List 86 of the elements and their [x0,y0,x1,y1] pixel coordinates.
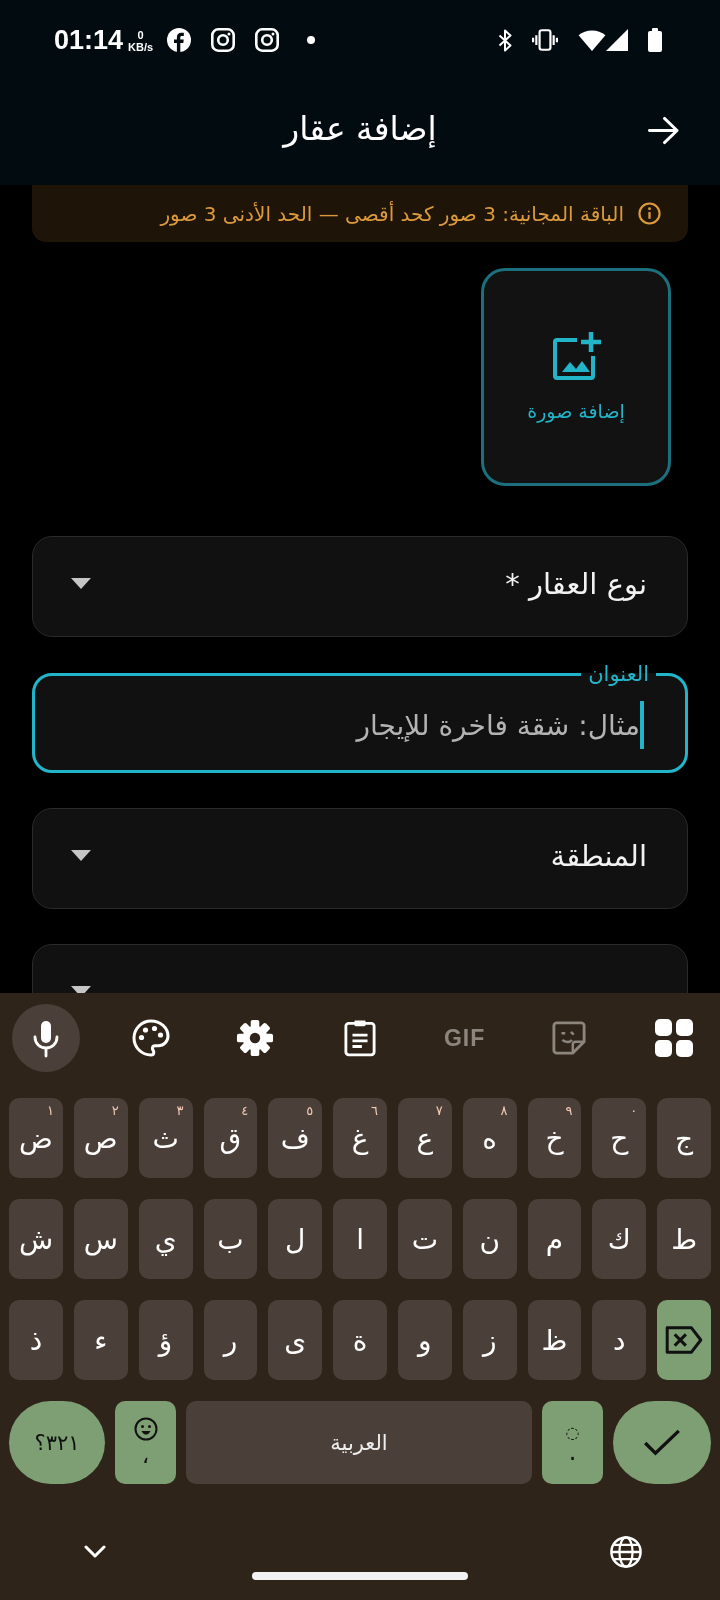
text-field[interactable]: العنوان مثال: شقة فاخرة للإيجار [32,662,688,773]
dropdown-arrow-icon [71,850,91,861]
letter-key[interactable]: ط [657,1199,711,1279]
key-hint: ٦ [370,1104,378,1118]
backspace-icon [665,1326,704,1354]
wifi-icon [578,29,606,51]
back-arrow-icon[interactable] [647,115,680,146]
apps-grid-icon[interactable] [654,1019,693,1057]
key-hint: ٩ [565,1104,573,1118]
letter-key[interactable]: ة [333,1300,387,1380]
symbols-key[interactable]: ٣٢١؟ [9,1401,105,1484]
signal-icon [606,29,628,51]
field-label: العنوان [587,662,650,686]
key-hint: ◌ [565,1423,580,1442]
clock: 01:14 [54,24,124,56]
backspace-key[interactable] [657,1300,711,1380]
check-icon [643,1428,681,1457]
microphone-icon[interactable] [12,1004,80,1072]
battery-icon [648,28,662,52]
letter-key[interactable]: ض ١ [9,1098,63,1178]
key-hint: ٧ [435,1104,443,1118]
letter-key[interactable]: غ ٦ [333,1098,387,1178]
letter-key[interactable]: ه ٨ [462,1098,517,1178]
key-hint: ٣ [176,1104,184,1118]
letter-key[interactable]: ف ٥ [268,1098,323,1178]
vibrate-icon [532,29,558,51]
letter-key[interactable]: ق ٤ [203,1098,258,1178]
letter-key[interactable]: و [397,1300,452,1380]
letter-key[interactable]: ؤ [138,1300,193,1380]
dropdown-field[interactable]: المنطقة [32,808,688,909]
smiley-icon [133,1417,158,1441]
globe-icon[interactable] [610,1536,642,1568]
dropdown-label: المنطقة [550,838,647,873]
key-hint: ١ [46,1104,54,1118]
clipboard-icon[interactable] [343,1019,376,1057]
letter-key[interactable]: ظ [527,1300,582,1380]
notice-text: الباقة المجانية: 3 صور كحد أقصى — الحد الأدنى 3 صور [160,201,624,226]
letter-key[interactable]: ك [592,1199,647,1279]
instagram-icon [255,28,280,52]
letter-key[interactable]: ص ٢ [73,1098,128,1178]
bluetooth-icon [498,28,512,52]
palette-icon[interactable] [131,1019,170,1057]
chevron-down-icon[interactable] [84,1545,106,1559]
letter-key[interactable]: ع ٧ [397,1098,452,1178]
space-bar[interactable]: العربية [186,1401,532,1484]
letter-key[interactable]: ش [9,1199,63,1279]
facebook-icon [167,28,192,52]
info-icon [638,202,661,225]
key-hint: ٢ [111,1104,119,1118]
emoji-key[interactable]: ، [115,1401,176,1484]
letter-key[interactable]: ء [73,1300,128,1380]
letter-key[interactable]: ج [657,1098,711,1178]
screen-title: إضافة عقار [283,109,437,148]
dropdown-field[interactable]: نوع العقار * [32,536,688,637]
letter-key[interactable]: ر [203,1300,258,1380]
letter-key[interactable]: ل [268,1199,323,1279]
letter-key[interactable]: س [73,1199,128,1279]
add-photo-button[interactable]: إضافة صورة [481,268,671,486]
period-key[interactable]: ◌ . [542,1401,603,1484]
letter-key[interactable]: ث ٣ [138,1098,193,1178]
letter-key[interactable]: ت [397,1199,452,1279]
dropdown-label: نوع العقار * [505,566,647,601]
network-speed-unit: KB/s [128,41,154,53]
network-speed-value: 0 [137,29,144,41]
letter-key[interactable]: ب [203,1199,258,1279]
letter-key[interactable]: ز [462,1300,517,1380]
notification-dot-icon [307,36,316,44]
letter-key[interactable]: ن [462,1199,517,1279]
letter-key[interactable]: ح ٠ [592,1098,647,1178]
dropdown-arrow-icon [71,578,91,589]
letter-key[interactable]: ا [333,1199,387,1279]
text-cursor-icon [640,701,644,749]
key-hint: ٨ [500,1104,508,1118]
letter-key[interactable]: ى [268,1300,323,1380]
key-hint: ٤ [241,1104,249,1118]
letter-key[interactable]: ي [138,1199,193,1279]
letter-key[interactable]: خ ٩ [527,1098,582,1178]
key-hint: ٠ [630,1104,638,1118]
settings-icon[interactable] [236,1019,275,1057]
letter-key[interactable]: م [527,1199,582,1279]
text-input[interactable]: مثال: شقة فاخرة للإيجار [73,705,640,745]
letter-key[interactable]: د [592,1300,647,1380]
key-hint: ٥ [306,1104,314,1118]
letter-key[interactable]: ذ [9,1300,63,1380]
add-photo-icon [551,332,601,382]
instagram-icon [211,28,236,52]
